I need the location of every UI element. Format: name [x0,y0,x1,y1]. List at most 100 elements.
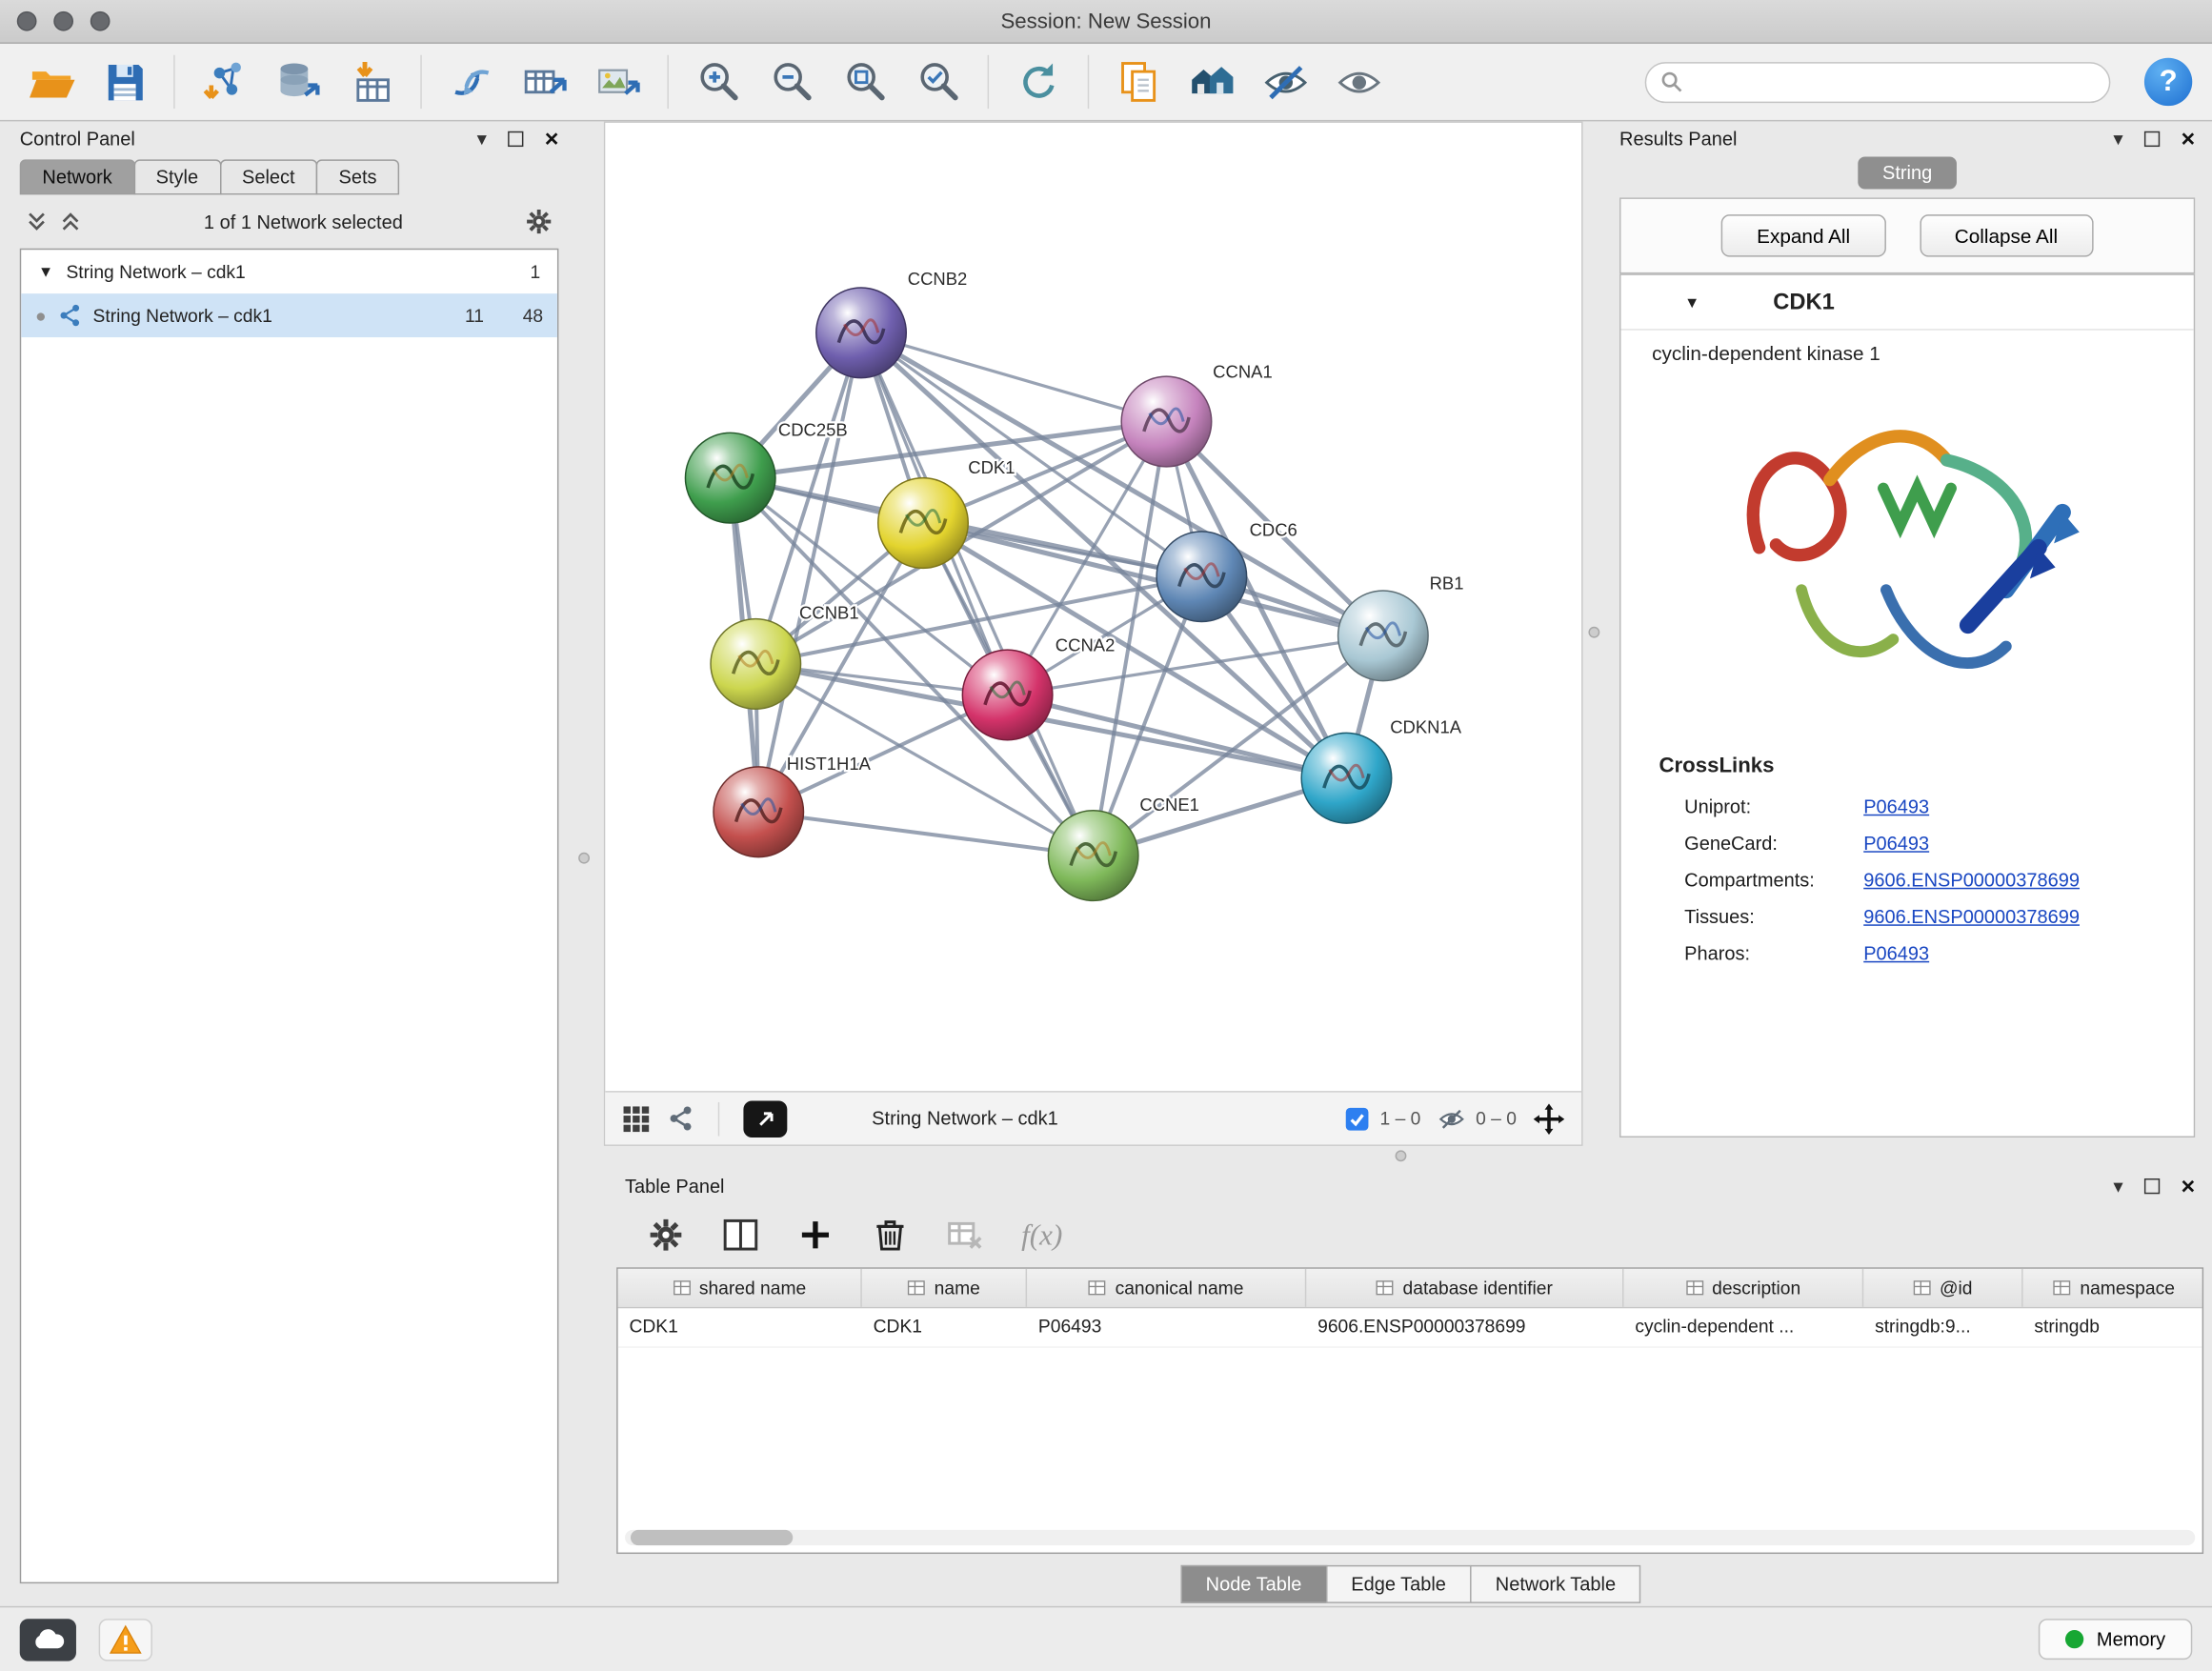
node-label: CDK1 [968,457,1015,477]
crosslink-label: Pharos: [1684,942,1863,963]
column-header--id[interactable]: @id [1863,1269,2022,1307]
panel-menu-icon[interactable]: ▾ [477,129,487,149]
table-row[interactable]: CDK1CDK1P064939606.ENSP00000378699cyclin… [618,1308,2202,1347]
table-panel-header: Table Panel ▾ × [616,1169,2203,1203]
open-folder-icon [26,57,75,107]
import-network-file-button[interactable] [193,50,255,114]
tab-network[interactable]: Network [20,159,135,194]
network-edge[interactable] [861,332,1094,856]
tab-sets[interactable]: Sets [316,159,399,194]
tab-network-table[interactable]: Network Table [1470,1565,1641,1603]
string-result-card: ▼ CDK1 cyclin-dependent kinase 1 [1619,273,2195,1137]
expand-all-button[interactable]: Expand All [1721,214,1885,256]
tab-select[interactable]: Select [219,159,317,194]
tab-style[interactable]: Style [133,159,221,194]
scrollbar-thumb[interactable] [631,1530,793,1545]
network-name: String Network – cdk1 [93,305,272,326]
hide-selected-button[interactable] [1254,50,1316,114]
add-row-plus-icon[interactable] [797,1217,835,1254]
save-session-button[interactable] [93,50,155,114]
network-canvas[interactable]: CCNB2CCNA1CDC25BCDK1CDC6RB1CCNB1CCNA2CDK… [605,123,1581,1091]
export-image-button[interactable] [587,50,649,114]
collapse-all-button[interactable]: Collapse All [1920,214,2093,256]
panel-menu-icon[interactable]: ▾ [2113,1176,2122,1196]
column-header-namespace[interactable]: namespace [2023,1269,2204,1307]
show-all-button[interactable] [1327,50,1389,114]
window-minimize-button[interactable] [53,11,73,31]
function-builder-icon[interactable]: f(x) [1021,1218,1062,1253]
open-session-button[interactable] [20,50,82,114]
external-arrow-icon [754,1107,777,1130]
crosslink-link[interactable]: 9606.ENSP00000378699 [1863,905,2080,926]
network-edge[interactable] [758,332,861,812]
zoom-in-button[interactable] [687,50,749,114]
cloud-icon [30,1626,67,1652]
left-splitter-handle[interactable] [578,853,590,864]
table-horizontal-scrollbar[interactable] [625,1530,2195,1545]
network-view-share-icon[interactable] [667,1105,694,1132]
panel-close-icon[interactable]: × [2182,127,2196,151]
bottom-splitter-handle[interactable] [1396,1150,1407,1161]
selected-checkbox-icon[interactable] [1344,1106,1370,1132]
tab-node-table[interactable]: Node Table [1180,1565,1327,1603]
zoom-fit-button[interactable] [834,50,895,114]
window-zoom-button[interactable] [90,11,111,31]
gene-header-row[interactable]: ▼ CDK1 [1621,275,2194,331]
window-close-button[interactable] [17,11,37,31]
network-view-toolbar: String Network – cdk1 1 – 0 0 – 0 [605,1091,1581,1144]
gene-collapse-icon[interactable]: ▼ [1684,295,1699,312]
zoom-selected-button[interactable] [907,50,969,114]
panel-float-icon[interactable] [2144,1178,2160,1193]
create-column-icon[interactable] [722,1217,759,1254]
import-network-database-button[interactable] [267,50,329,114]
node-label: CDC6 [1250,519,1297,539]
tree-expand-icon[interactable]: ▼ [38,263,53,280]
column-header-database-identifier[interactable]: database identifier [1306,1269,1623,1307]
export-table-button[interactable] [513,50,575,114]
crosslinks-title: CrossLinks [1621,731,2194,787]
help-button[interactable]: ? [2144,58,2192,106]
new-network-from-selection-button[interactable] [440,50,502,114]
column-header-shared-name[interactable]: shared name [618,1269,862,1307]
search-input[interactable] [1692,70,2096,93]
crosslink-row: Uniprot:P06493 [1621,788,2194,825]
column-header-label: @id [1940,1278,1973,1299]
column-header-canonical-name[interactable]: canonical name [1027,1269,1306,1307]
collapse-all-icon[interactable] [26,211,49,233]
import-table-button[interactable] [340,50,402,114]
network-collection-row[interactable]: ▼ String Network – cdk1 1 [21,250,557,293]
table-settings-gear-icon[interactable] [648,1217,685,1254]
hidden-eye-slash-icon[interactable] [1438,1104,1466,1133]
memory-button[interactable]: Memory [2039,1619,2192,1660]
delete-trash-icon[interactable] [872,1217,909,1254]
panel-float-icon[interactable] [2144,131,2160,146]
panel-menu-icon[interactable]: ▾ [2113,129,2122,149]
table-cell: P06493 [1027,1308,1306,1346]
grid-view-icon[interactable] [622,1104,651,1133]
panel-close-icon[interactable]: × [2182,1174,2196,1198]
home-view-button[interactable] [1180,50,1242,114]
zoom-out-button[interactable] [760,50,822,114]
gear-icon[interactable] [525,208,553,236]
refresh-button[interactable] [1007,50,1069,114]
expand-all-icon[interactable] [59,211,82,233]
crosslink-link[interactable]: 9606.ENSP00000378699 [1863,869,2080,890]
network-edge[interactable] [758,812,1093,856]
pan-crosshair-icon[interactable] [1534,1103,1565,1135]
crosslink-link[interactable]: P06493 [1863,832,1929,853]
tab-edge-table[interactable]: Edge Table [1326,1565,1472,1603]
crosslink-link[interactable]: P06493 [1863,942,1929,963]
panel-float-icon[interactable] [508,131,523,146]
network-row-selected[interactable]: ● String Network – cdk1 11 48 [21,293,557,337]
crosslink-link[interactable]: P06493 [1863,795,1929,816]
panel-close-icon[interactable]: × [545,127,559,151]
column-header-name[interactable]: name [862,1269,1027,1307]
birdseye-view-button[interactable] [743,1100,787,1137]
cloud-button[interactable] [20,1618,76,1660]
right-splitter-handle[interactable] [1588,627,1599,638]
annotation-button[interactable] [1107,50,1169,114]
warnings-button[interactable] [99,1618,152,1660]
column-header-description[interactable]: description [1623,1269,1863,1307]
search-box [1645,61,2111,102]
tab-string[interactable]: String [1859,156,1957,189]
